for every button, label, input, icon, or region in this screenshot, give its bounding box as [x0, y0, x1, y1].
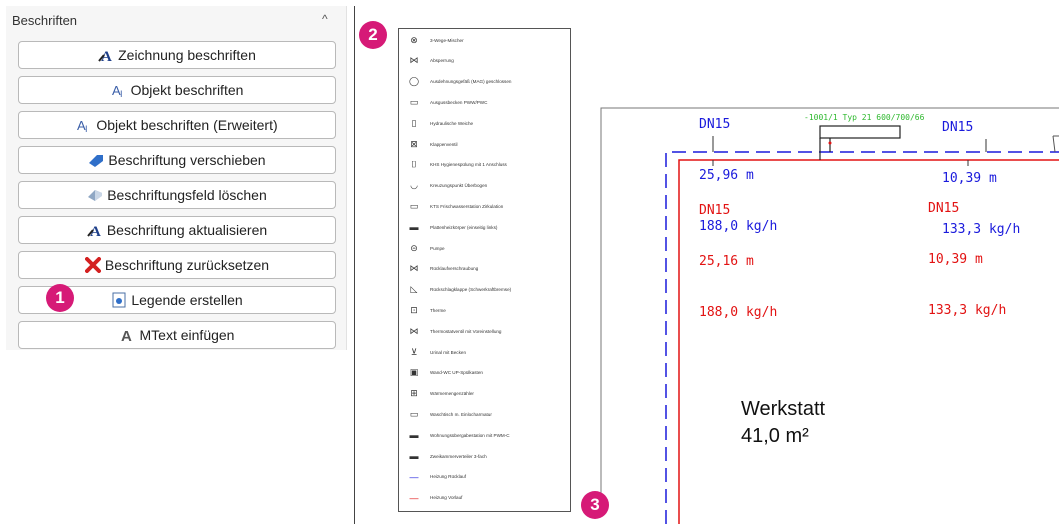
legend-item: ◺ Rückschlagklappe (Schwerkraftbremse)	[403, 283, 512, 297]
legend-item: ⊻ Urinal mit Becken	[403, 345, 466, 359]
legend-symbol-icon: ⋈	[409, 325, 419, 336]
legend-item-label: Rücklaufverschraubung	[430, 266, 479, 272]
legend-symbol-icon: ⊝	[410, 242, 418, 253]
legend-symbol-icon: ▯	[411, 117, 417, 128]
legend-symbol-icon: ▬	[409, 430, 419, 441]
legend-item-label: Kreuzungspunkt Überbogen	[430, 183, 488, 189]
legend-item: — Heizung Rücklauf	[403, 470, 467, 484]
legend-item: ⋈ Rücklaufverschraubung	[403, 262, 479, 276]
legend-item: ⋈ Absperrung	[403, 54, 454, 68]
legend-symbol-icon: ⊗	[410, 34, 418, 45]
pipe-label-supply-2[interactable]: DN15 10,39 m 133,3 kg/h	[928, 166, 1006, 336]
legend-symbol-icon: ▭	[409, 96, 419, 107]
legend-symbol-icon: ◯	[408, 76, 420, 87]
legend-item: ⊠ Klappenventil	[403, 137, 458, 151]
legend-item-label: 3-Wege-Mischer	[430, 37, 464, 43]
legend-symbol-icon: ▣	[409, 367, 419, 378]
component-label[interactable]: -1001/1 Typ 21 600/700/66	[804, 113, 924, 123]
legend-symbol-icon: —	[409, 471, 419, 482]
legend-symbol-icon: ⌷	[411, 159, 417, 170]
legend-symbol-icon: ⋈	[409, 263, 419, 274]
legend-item: ◡ Kreuzungspunkt Überbogen	[403, 179, 487, 193]
legend-item-label: Pumpe	[430, 245, 445, 251]
legend-item: ▬ Zweikammerverteiler 3-fach	[403, 449, 487, 463]
legend-item-label: Zweikammerverteiler 3-fach	[430, 453, 487, 459]
legend-item-label: Klappenventil	[430, 141, 458, 147]
legend-item-label: Plattenheizkörper (einseitig links)	[430, 224, 498, 230]
legend-item-label: Waschtisch m. Einlocharmatur	[430, 411, 492, 417]
legend-item: ⌷ KHS Hygienespülung mit 1 Anschluss	[403, 158, 507, 172]
legend-item: — Heizung Vorlauf	[403, 491, 463, 505]
callout-3-badge: 3	[581, 491, 609, 519]
legend-item: ▭ Waschtisch m. Einlocharmatur	[403, 407, 492, 421]
pipe-dn: DN15	[942, 120, 974, 135]
legend-symbol-icon: ▬	[409, 222, 419, 233]
pipe-dn: DN15	[699, 117, 731, 132]
legend-item: ▭ Ausgussbecken PWW/PWC	[403, 95, 488, 109]
legend-item-label: Hydraulische Weiche	[430, 120, 474, 126]
legend-item-label: Absperrung	[430, 58, 454, 64]
legend-item: ⊞ Wärmemengenzähler	[403, 387, 474, 401]
legend-item-label: Thermostatventil mit Voreinstellung	[430, 328, 502, 334]
legend-item-label: Therme	[430, 307, 446, 313]
legend-symbol-icon: ⊻	[410, 346, 418, 357]
pipe-label-supply-1[interactable]: DN15 25,16 m 188,0 kg/h	[699, 168, 777, 338]
room-area: 41,0 m²	[741, 425, 809, 447]
legend-item-label: Wärmemengenzähler	[430, 391, 474, 397]
legend-item: ▬ Wohnungsübergabestation mit PWM-C	[403, 428, 510, 442]
legend-item-label: Ausdehnungsgefäß (MAG) geschlossen	[430, 79, 512, 85]
legend-item: ▯ Hydraulische Weiche	[403, 116, 474, 130]
pipe-length: 25,16 m	[699, 254, 754, 269]
pipe-flow: 188,0 kg/h	[699, 305, 778, 320]
legend-item: ⊡ Therme	[403, 303, 446, 317]
legend-item: ⋈ Thermostatventil mit Voreinstellung	[403, 324, 502, 338]
legend-symbol-icon: —	[409, 492, 419, 503]
legend-symbol-icon: ◺	[410, 284, 418, 295]
legend-symbol-icon: ⋈	[409, 55, 419, 66]
legend-item: ▣ Wand-WC UP-Spülkasten	[403, 366, 483, 380]
room-name: Werkstatt	[741, 398, 826, 420]
legend-symbol-icon: ⊡	[410, 304, 418, 315]
legend-item-label: Heizung Vorlauf	[430, 495, 463, 501]
pipe-length: 10,39 m	[928, 252, 983, 267]
pipe-dn: DN15	[699, 203, 731, 218]
room-label[interactable]: Werkstatt 41,0 m²	[741, 396, 825, 450]
legend-box[interactable]: ⊗ 3-Wege-Mischer ⋈ Absperrung ◯ Ausdehnungsge…	[398, 28, 571, 512]
legend-item: ▬ Plattenheizkörper (einseitig links)	[403, 220, 498, 234]
legend-symbol-icon: ◡	[410, 180, 418, 191]
legend-symbol-icon: ⊠	[410, 138, 418, 149]
legend-item-label: Ausgussbecken PWW/PWC	[430, 99, 488, 105]
legend-item-label: Urinal mit Becken	[430, 349, 466, 355]
pipe-flow: 133,3 kg/h	[928, 303, 1007, 318]
legend-symbol-icon: ▬	[409, 451, 419, 461]
legend-item-label: KHS Hygienespülung mit 1 Anschluss	[430, 162, 507, 168]
legend-item: ⊗ 3-Wege-Mischer	[403, 33, 464, 47]
legend-item-label: Wand-WC UP-Spülkasten	[430, 370, 483, 376]
callout-2-badge: 2	[359, 21, 387, 49]
legend-item-label: Wohnungsübergabestation mit PWM-C	[430, 432, 510, 438]
legend-symbol-icon: ▭	[409, 200, 419, 211]
pipe-dn: DN15	[928, 201, 960, 216]
legend-item-label: Heizung Rücklauf	[430, 474, 467, 480]
legend-symbol-icon: ▭	[409, 408, 419, 419]
legend-item-label: KTS Frischwasserstation Zirkulation	[430, 203, 504, 209]
legend-item: ▭ KTS Frischwasserstation Zirkulation	[403, 199, 504, 213]
legend-symbol-icon: ⊞	[410, 388, 418, 399]
legend-item: ◯ Ausdehnungsgefäß (MAG) geschlossen	[403, 75, 512, 89]
legend-item: ⊝ Pumpe	[403, 241, 445, 255]
legend-item-label: Rückschlagklappe (Schwerkraftbremse)	[430, 287, 512, 293]
